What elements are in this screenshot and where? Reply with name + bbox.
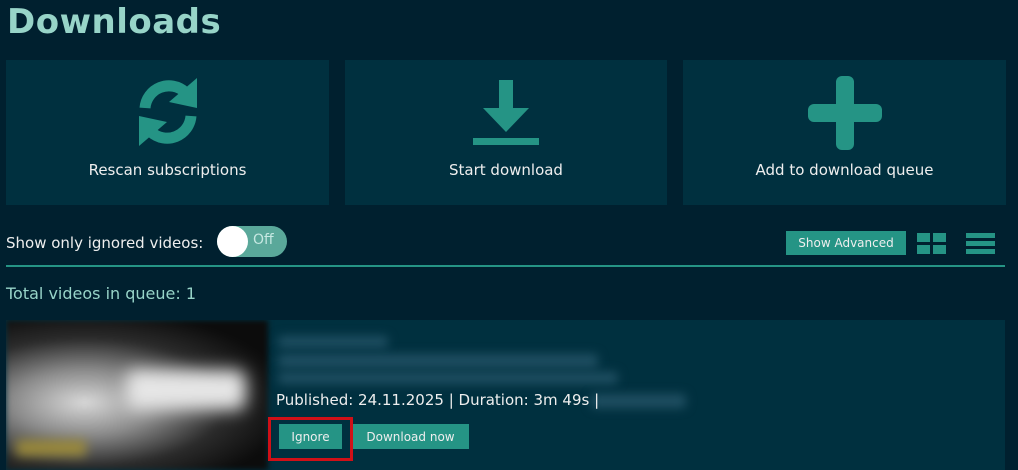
download-now-button[interactable]: Download now [352,424,469,449]
blurred-video-id [591,394,686,408]
rescan-subscriptions-button[interactable]: Rescan subscriptions [6,60,329,205]
rescan-icon [133,74,203,154]
grid-view-icon[interactable] [917,233,946,254]
queue-total-count: Total videos in queue: 1 [6,284,197,303]
video-thumbnail [6,320,268,470]
add-to-queue-button[interactable]: Add to download queue [683,60,1006,205]
show-advanced-button[interactable]: Show Advanced [786,231,906,255]
start-download-label: Start download [449,161,563,179]
list-view-icon[interactable] [966,233,995,254]
video-published-duration: Published: 24.11.2025 | Duration: 3m 49s… [276,391,600,409]
plus-icon [806,74,884,156]
rescan-subscriptions-label: Rescan subscriptions [88,161,247,179]
add-to-queue-label: Add to download queue [755,161,934,179]
ignored-toggle-label: Show only ignored videos: [6,234,204,252]
video-card: Published: 24.11.2025 | Duration: 3m 49s… [6,320,1005,470]
download-icon [471,74,541,154]
blurred-video-subtitle [278,372,618,384]
start-download-button[interactable]: Start download [345,60,667,205]
divider [6,265,1005,267]
page-title: Downloads [7,2,222,42]
ignore-button[interactable]: Ignore [279,424,342,449]
ignored-videos-toggle[interactable]: Off [217,226,287,257]
toggle-state-text: Off [253,232,274,248]
toggle-knob [217,226,248,257]
blurred-video-title [278,354,598,368]
blurred-channel-name [278,336,388,348]
